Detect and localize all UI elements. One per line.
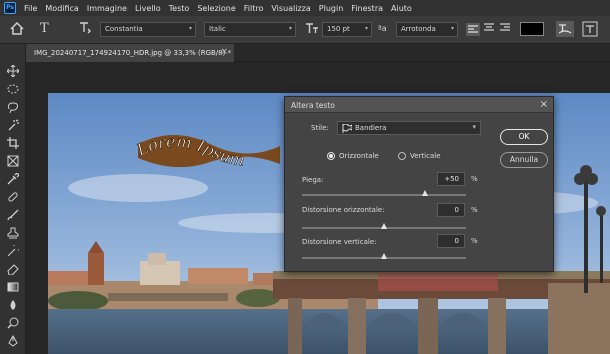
menu-aiuto[interactable]: Aiuto: [387, 4, 416, 13]
lasso-tool-icon[interactable]: [6, 100, 20, 114]
chevron-down-icon: ▾: [450, 25, 454, 32]
warp-text-dialog: Altera testo × Stile: Bandiera ▾ OK Annu…: [284, 96, 554, 272]
gradient-tool-icon[interactable]: [6, 280, 20, 294]
font-family-value: Constantia: [105, 25, 143, 33]
menu-file[interactable]: File: [20, 4, 41, 13]
bend-label: Piega:: [302, 176, 324, 184]
dialog-title-bar: Altera testo ×: [285, 97, 553, 113]
style-select[interactable]: Bandiera ▾: [337, 121, 481, 135]
vertical-distortion-value: 0: [454, 237, 459, 245]
eraser-tool-icon[interactable]: [6, 262, 20, 276]
photoshop-logo: Ps: [4, 2, 16, 14]
horizontal-label[interactable]: Orizzontale: [339, 152, 379, 160]
warp-text-icon[interactable]: [556, 21, 574, 37]
pen-tool-icon[interactable]: [6, 334, 20, 348]
frame-tool-icon[interactable]: [6, 154, 20, 168]
menu-filtro[interactable]: Filtro: [240, 4, 268, 13]
bend-value: +50: [444, 175, 459, 183]
dialog-title: Altera testo: [291, 101, 335, 110]
warped-text-layer[interactable]: Lorem Ipsum: [134, 124, 284, 168]
horizontal-distortion-label: Distorsione orizzontale:: [302, 206, 385, 214]
font-style-value: Italic: [209, 25, 226, 33]
move-tool-icon[interactable]: [6, 64, 20, 78]
horizontal-distortion-input[interactable]: 0: [437, 203, 465, 217]
options-bar: T Constantia ▾ Italic ▾ 150 pt ▾ ªa Arro…: [0, 16, 610, 44]
text-tool-icon[interactable]: T: [40, 21, 49, 36]
style-value: Bandiera: [355, 124, 387, 132]
horizontal-distortion-percent: %: [471, 206, 478, 214]
bend-input[interactable]: +50: [437, 172, 465, 186]
vertical-distortion-thumb[interactable]: [381, 253, 387, 259]
marquee-tool-icon[interactable]: [6, 82, 20, 96]
font-size-icon: [305, 21, 319, 37]
align-center-icon[interactable]: [484, 23, 494, 34]
ok-button[interactable]: OK: [500, 129, 548, 145]
cancel-button[interactable]: Annulla: [500, 152, 548, 168]
vertical-label[interactable]: Verticale: [410, 152, 441, 160]
bend-slider-track[interactable]: [302, 194, 466, 196]
character-panel-icon[interactable]: [582, 21, 598, 39]
menu-selezione[interactable]: Selezione: [193, 4, 239, 13]
cancel-button-label: Annulla: [509, 155, 539, 164]
horizontal-distortion-thumb[interactable]: [381, 223, 387, 229]
antialias-icon: ªa: [378, 24, 387, 33]
history-brush-tool-icon[interactable]: [6, 244, 20, 258]
healing-brush-tool-icon[interactable]: [6, 190, 20, 204]
text-color-swatch[interactable]: [520, 22, 544, 36]
quick-select-tool-icon[interactable]: [6, 118, 20, 132]
text-orientation-icon[interactable]: [78, 21, 92, 37]
vertical-distortion-label: Distorsione verticale:: [302, 238, 377, 246]
bend-slider-thumb[interactable]: [422, 190, 428, 196]
document-tab-title: IMG_20240717_174924170_HDR.jpg @ 33,3% (…: [34, 49, 232, 57]
menu-plugin[interactable]: Plugin: [315, 4, 348, 13]
horizontal-distortion-value: 0: [454, 206, 459, 214]
align-right-icon[interactable]: [500, 23, 510, 34]
align-left-icon[interactable]: [466, 23, 480, 36]
dodge-tool-icon[interactable]: [6, 316, 20, 330]
menu-visualizza[interactable]: Visualizza: [267, 4, 314, 13]
tools-panel: [0, 44, 26, 354]
home-icon[interactable]: [10, 21, 24, 37]
brush-tool-icon[interactable]: [6, 208, 20, 222]
document-tab-bar: IMG_20240717_174924170_HDR.jpg @ 33,3% (…: [26, 44, 610, 62]
blur-tool-icon[interactable]: [6, 298, 20, 312]
font-style-select[interactable]: Italic ▾: [204, 22, 296, 37]
close-icon[interactable]: ×: [540, 99, 548, 110]
chevron-down-icon: ▾: [288, 25, 292, 32]
menu-finestra[interactable]: Finestra: [347, 4, 387, 13]
menu-livello[interactable]: Livello: [131, 4, 165, 13]
document-tab[interactable]: IMG_20240717_174924170_HDR.jpg @ 33,3% (…: [26, 44, 234, 62]
horizontal-radio[interactable]: [327, 152, 335, 160]
chevron-down-icon: ▾: [472, 123, 476, 131]
vertical-distortion-percent: %: [471, 237, 478, 245]
antialias-value: Arrotonda: [401, 25, 436, 33]
flag-style-icon: [342, 123, 353, 135]
ok-button-label: OK: [518, 132, 530, 141]
menu-immagine[interactable]: Immagine: [83, 4, 131, 13]
style-label: Stile:: [311, 124, 329, 132]
menu-testo[interactable]: Testo: [165, 4, 194, 13]
chevron-down-icon: ▾: [188, 25, 192, 32]
menu-modifica[interactable]: Modifica: [41, 4, 82, 13]
vertical-radio[interactable]: [398, 152, 406, 160]
menu-bar: Ps File Modifica Immagine Livello Testo …: [0, 0, 610, 16]
crop-tool-icon[interactable]: [6, 136, 20, 150]
vertical-distortion-input[interactable]: 0: [437, 234, 465, 248]
font-size-select[interactable]: 150 pt ▾: [322, 22, 372, 37]
close-icon[interactable]: ×: [220, 47, 228, 57]
eyedropper-tool-icon[interactable]: [6, 172, 20, 186]
font-size-value: 150 pt: [327, 25, 350, 33]
font-family-select[interactable]: Constantia ▾: [100, 22, 196, 37]
antialias-select[interactable]: Arrotonda ▾: [396, 22, 458, 37]
chevron-down-icon: ▾: [364, 25, 368, 32]
bend-percent: %: [471, 175, 478, 183]
clone-stamp-tool-icon[interactable]: [6, 226, 20, 240]
